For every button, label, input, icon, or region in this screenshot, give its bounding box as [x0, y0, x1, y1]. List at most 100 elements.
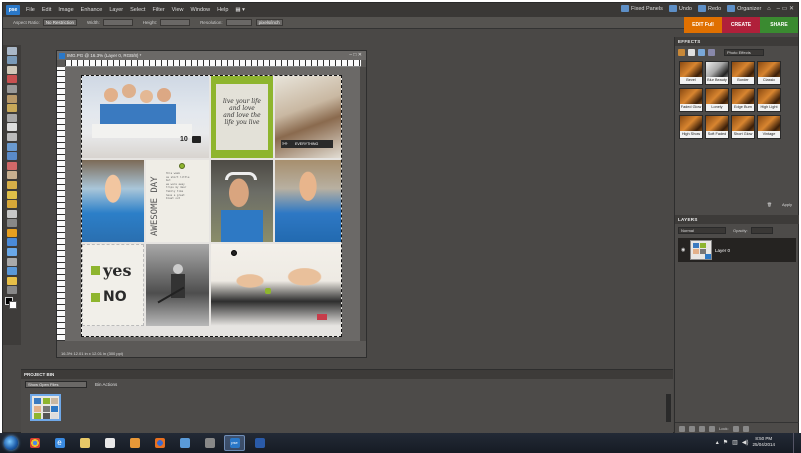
cookie-cutter-tool-icon[interactable] [7, 152, 17, 161]
move-tool-icon[interactable] [7, 46, 17, 55]
effect-thumbnail[interactable]: High Light [757, 88, 781, 112]
clone-stamp-tool-icon[interactable] [7, 180, 17, 189]
network-icon[interactable]: ▥ [732, 439, 738, 446]
brush-tool-icon[interactable] [7, 200, 17, 209]
resolution-field[interactable] [225, 19, 252, 26]
monitor-taskbar-button[interactable] [199, 435, 220, 451]
zoom-tool-icon[interactable] [7, 56, 17, 65]
visibility-eye-icon[interactable]: ◉ [681, 247, 687, 253]
menu-view[interactable]: View [172, 7, 184, 13]
lock-transparency-icon[interactable] [732, 425, 739, 432]
recompose-tool-icon[interactable] [7, 142, 17, 151]
new-layer-icon[interactable] [679, 425, 685, 432]
eyedropper-tool-icon[interactable] [7, 75, 17, 84]
home-icon[interactable]: ⌂ [767, 6, 770, 12]
flag-icon[interactable]: ⚑ [723, 439, 728, 446]
delete-layer-icon[interactable] [709, 425, 715, 432]
layer-styles-icon[interactable] [688, 48, 695, 56]
lock-all-icon[interactable] [742, 425, 749, 432]
window-controls[interactable]: – ▭ ✕ [777, 5, 794, 12]
resolution-unit-dropdown[interactable]: pixels/inch [255, 19, 283, 26]
effect-thumbnail[interactable]: Bevel [679, 61, 703, 85]
menu-window[interactable]: Window [191, 7, 211, 13]
fixed-panels-button[interactable]: Fixed Panels [621, 5, 663, 12]
magic-wand-tool-icon[interactable] [7, 104, 17, 113]
gradient-tool-icon[interactable] [7, 238, 17, 247]
workspace-menu-icon[interactable]: ▦ ▾ [235, 7, 245, 13]
taskbar-clock[interactable]: 8:50 PM 25/04/2014 [752, 436, 775, 448]
color-swatches[interactable] [5, 297, 19, 310]
effect-thumbnail[interactable]: Edge Burn [731, 88, 755, 112]
chrome-taskbar-button[interactable] [24, 435, 45, 451]
word-taskbar-button[interactable] [249, 435, 270, 451]
pencil-tool-icon[interactable] [7, 219, 17, 228]
type-tool-icon[interactable] [7, 123, 17, 132]
marquee-tool-icon[interactable] [7, 84, 17, 93]
show-hidden-icons-icon[interactable]: ▴ [716, 439, 719, 446]
undo-button[interactable]: Undo [668, 5, 692, 12]
spot-healing-tool-icon[interactable] [7, 171, 17, 180]
redo-button[interactable]: Redo [697, 5, 721, 12]
files-taskbar-button[interactable] [124, 435, 145, 451]
effect-thumbnail[interactable]: Blur Beauty [705, 61, 729, 85]
color-replace-tool-icon[interactable] [7, 276, 17, 285]
blend-mode-dropdown[interactable]: Normal [678, 226, 726, 234]
tab-share[interactable]: SHARE [760, 17, 798, 33]
straighten-tool-icon[interactable] [7, 286, 17, 295]
menu-help[interactable]: Help [217, 7, 228, 13]
selection-brush-tool-icon[interactable] [7, 113, 17, 122]
menu-layer[interactable]: Layer [109, 7, 123, 13]
delete-icon[interactable]: 🗑 [767, 202, 772, 207]
open-file-thumbnail[interactable] [30, 394, 61, 421]
apply-button[interactable]: Apply [782, 202, 792, 207]
effect-thumbnail[interactable]: Classic [757, 61, 781, 85]
width-field[interactable] [102, 19, 133, 26]
red-eye-tool-icon[interactable] [7, 161, 17, 170]
ie-taskbar-button[interactable]: e [49, 435, 70, 451]
all-effects-icon[interactable] [708, 48, 715, 56]
effects-category-dropdown[interactable]: Photo Effects [724, 48, 764, 56]
effects-panel-header[interactable]: EFFECTS [675, 37, 798, 46]
blur-tool-icon[interactable] [7, 257, 17, 266]
canvas-area[interactable]: 10 live your life and love and love the … [65, 67, 361, 341]
lasso-tool-icon[interactable] [7, 94, 17, 103]
background-color-swatch[interactable] [9, 301, 17, 310]
show-desktop-button[interactable] [793, 433, 801, 453]
effect-thumbnail[interactable]: High Show [679, 115, 703, 139]
start-button-icon[interactable] [4, 436, 18, 450]
show-files-dropdown[interactable]: Show Open Files [25, 380, 87, 388]
layer-row[interactable]: ◉ Layer 0 [678, 238, 796, 262]
bin-actions-menu[interactable]: Bin Actions [95, 382, 117, 387]
effect-thumbnail[interactable]: Lonely [705, 88, 729, 112]
photos-taskbar-button[interactable] [174, 435, 195, 451]
menu-enhance[interactable]: Enhance [81, 7, 103, 13]
effect-thumbnail[interactable]: Border [731, 61, 755, 85]
effect-thumbnail[interactable]: Faded Glow [679, 88, 703, 112]
media-taskbar-button[interactable] [99, 435, 120, 451]
menu-filter[interactable]: Filter [152, 7, 164, 13]
effect-thumbnail[interactable]: Short Glow [731, 115, 755, 139]
paint-bucket-tool-icon[interactable] [7, 228, 17, 237]
tab-edit[interactable]: EDIT Full [684, 17, 722, 33]
explorer-taskbar-button[interactable] [74, 435, 95, 451]
pse-taskbar-button[interactable]: pse [224, 435, 245, 451]
height-field[interactable] [160, 19, 191, 26]
document-title-bar[interactable]: IMG.PG @ 16.3% (Layer 0, RGB/8) * – □ ✕ [57, 51, 366, 60]
new-adjustment-layer-icon[interactable] [689, 425, 695, 432]
sponge-tool-icon[interactable] [7, 267, 17, 276]
filters-icon[interactable] [678, 48, 685, 56]
menu-select[interactable]: Select [130, 7, 145, 13]
document-vertical-scrollbar[interactable] [360, 67, 366, 341]
crop-tool-icon[interactable] [7, 132, 17, 141]
effect-thumbnail[interactable]: Vintage [757, 115, 781, 139]
smart-brush-tool-icon[interactable] [7, 209, 17, 218]
scrapbook-page[interactable]: 10 live your life and love and love the … [81, 75, 342, 337]
layers-panel-header[interactable]: LAYERS [675, 215, 799, 224]
firefox-taskbar-button[interactable] [149, 435, 170, 451]
effect-thumbnail[interactable]: Soft Faded [705, 115, 729, 139]
project-bin-scrollbar[interactable] [666, 394, 671, 422]
opacity-field[interactable] [750, 226, 773, 234]
hand-tool-icon[interactable] [7, 65, 17, 74]
volume-icon[interactable]: ◀) [742, 439, 749, 446]
project-bin-header[interactable]: PROJECT BIN [21, 370, 673, 379]
